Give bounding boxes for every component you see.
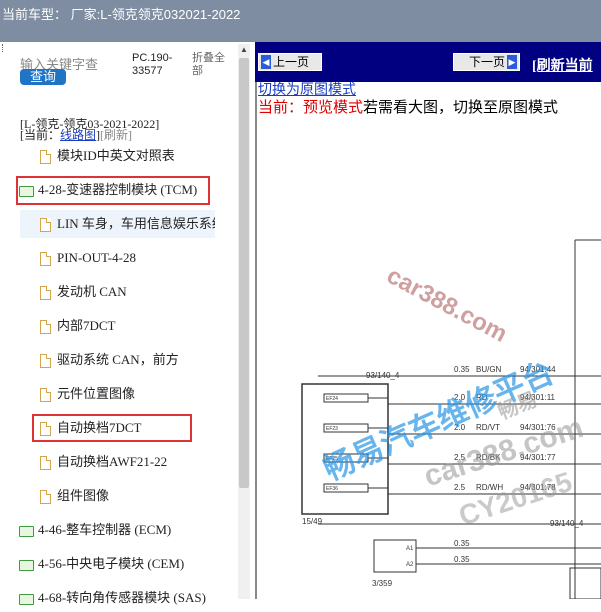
tree-item[interactable]: 组件图像 [40,482,109,510]
fuse-label: EF23 [326,426,338,432]
relay-pin: A2 [406,562,414,568]
wire-size: 0.35 [454,555,470,564]
tree-item[interactable]: 发动机 CAN [40,278,127,306]
collapse-all-button[interactable]: 折叠全部 [192,52,228,78]
refresh-current-link[interactable]: [刷新当前 [532,55,593,75]
connector-label: 93/140_4 [550,519,584,528]
connector-label: 93/140_4 [366,371,400,380]
wiring-diagram-link[interactable]: 线路图 [60,128,96,142]
tree-item[interactable]: 自动换档AWF21-22 [40,448,167,476]
current-mode-line: [当前：线路图][刷新] [20,126,132,143]
document-icon [40,388,51,403]
next-page-button[interactable]: 下一页 ▶ [453,53,520,71]
document-icon [40,252,51,267]
wiring-diagram: 93/140_4 0.35 BU/GN 94/301:44 2.0 RD 94/… [301,239,601,599]
document-icon [40,218,51,233]
document-icon [40,354,51,369]
tree-folder[interactable]: 4-46-整车控制器 (ECM) [19,516,171,544]
tree-folder[interactable]: 4-56-中央电子模块 (CEM) [19,550,184,578]
relay-label: 3/359 [372,579,393,588]
document-icon [40,490,51,505]
tree-item[interactable]: PIN-OUT-4-28 [40,244,136,272]
document-icon [40,320,51,335]
folder-icon [19,593,34,605]
drag-grip-icon[interactable] [2,44,7,52]
left-scrollbar[interactable]: ▲ [238,44,250,599]
folder-icon [19,525,34,537]
refresh-link[interactable]: [刷新] [100,128,132,142]
wire-size: 0.35 [454,539,470,548]
tree-item-selected[interactable]: LIN 车身，车用信息娱乐系统， [20,210,215,238]
arrow-left-icon: ◀ [261,55,271,69]
scroll-thumb[interactable] [239,58,249,488]
search-button[interactable]: 查询 [20,69,66,85]
vehicle-title: 当前车型： 厂家:L-领克领克032021-2022 [2,7,241,22]
fuse-label: EF24 [326,396,338,402]
wire-color: RD/VT [476,423,500,432]
preview-notice: 当前：预览模式若需看大图，切换至原图模式 [258,100,559,116]
tree-item[interactable]: 元件位置图像 [40,380,135,408]
tree-item[interactable]: 模块ID中英文对照表 [40,142,175,170]
relay-pin: A1 [406,546,414,552]
pc-code: PC.190-33577 [132,52,173,77]
prev-page-button[interactable]: ◀ 上一页 [258,53,322,71]
current-prefix: [当前： [20,128,60,142]
document-icon [40,150,51,165]
highlight-box-tcm [16,176,210,205]
title-bar: 当前车型： 厂家:L-领克领克032021-2022 [0,0,601,42]
tree-folder[interactable]: 4-68-转向角传感器模块 (SAS) [19,584,206,612]
highlight-box-7dct [32,414,192,442]
document-icon [40,286,51,301]
folder-icon [19,559,34,571]
tree-item[interactable]: 内部7DCT [40,312,116,340]
box-label: 15/49 [302,517,323,526]
arrow-right-icon: ▶ [507,55,517,69]
document-icon [40,456,51,471]
wire-size: 0.35 [454,365,470,374]
tree-item[interactable]: 驱动系统 CAN，前方 [40,346,179,374]
scroll-up-icon[interactable]: ▲ [238,44,250,56]
